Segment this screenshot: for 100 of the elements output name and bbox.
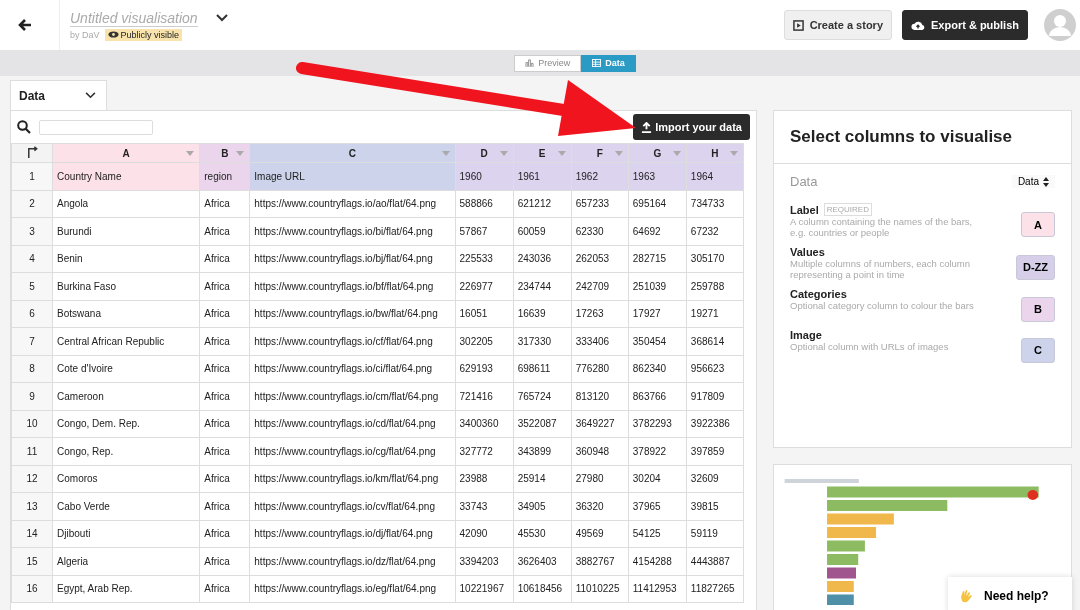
- table-cell: https://www.countryflags.io/cm/flat/64.png: [249, 382, 456, 410]
- table-cell: 862340: [628, 355, 687, 383]
- table-cell: 3522087: [513, 410, 572, 438]
- story-button[interactable]: Create a story: [783, 10, 892, 40]
- table-cell: Africa: [199, 327, 250, 355]
- table-cell: Egypt, Arab Rep.: [52, 575, 200, 603]
- column-header[interactable]: H: [686, 143, 744, 163]
- table-cell: 54125: [628, 520, 687, 548]
- table-cell: https://www.countryflags.io/bf/flat/64.png: [249, 272, 456, 300]
- table-cell: 251039: [628, 272, 687, 300]
- binding-description: Multiple columns of numbers, each column representing a point in time: [790, 257, 972, 281]
- table-cell: 917809: [686, 382, 744, 410]
- view-tab[interactable]: Preview: [514, 54, 582, 72]
- table-cell: 226977: [455, 272, 514, 300]
- table-cell: 49569: [571, 520, 629, 548]
- table-cell: 36320: [571, 492, 629, 520]
- sheet-select[interactable]: Data: [1011, 175, 1055, 188]
- table-cell: 19271: [686, 300, 744, 328]
- column-header[interactable]: B: [199, 143, 250, 163]
- row-number: 8: [11, 355, 53, 383]
- table-cell: Cabo Verde: [52, 492, 200, 520]
- export-button[interactable]: Export & publish: [902, 10, 1028, 40]
- table-cell: https://www.countryflags.io/bj/flat/64.png: [249, 245, 456, 273]
- caret-icon: [557, 151, 566, 156]
- table-cell: 360948: [571, 437, 629, 465]
- table-cell: 397859: [686, 437, 744, 465]
- table-cell: 16051: [455, 300, 514, 328]
- upload-icon: [641, 121, 653, 133]
- table-cell: https://www.countryflags.io/cg/flat/64.png: [249, 437, 456, 465]
- caret-icon: [730, 151, 738, 156]
- table-cell: 813120: [571, 382, 629, 410]
- table-cell: 734733: [686, 190, 744, 218]
- table-cell: Africa: [199, 437, 250, 465]
- column-header[interactable]: C: [249, 143, 456, 163]
- table-cell: Africa: [199, 217, 250, 245]
- row-number: 5: [11, 272, 53, 300]
- table-cell: 34905: [513, 492, 572, 520]
- visibility-badge[interactable]: Publicly visible: [104, 28, 183, 41]
- caret-icon: [499, 151, 508, 156]
- table-cell: 863766: [628, 382, 687, 410]
- chevron-icon[interactable]: [215, 14, 228, 22]
- required-tag: REQUIRED: [823, 203, 872, 216]
- column-header[interactable]: F: [571, 143, 629, 163]
- table-cell: 62330: [571, 217, 629, 245]
- search-field[interactable]: [39, 119, 153, 135]
- table-cell: 305170: [686, 245, 744, 273]
- table-cell: https://www.countryflags.io/cv/flat/64.png: [249, 492, 456, 520]
- row-number: 12: [11, 465, 53, 493]
- table-cell: Country Name: [52, 162, 200, 190]
- column-header[interactable]: G: [628, 143, 687, 163]
- corner-cell[interactable]: [11, 143, 53, 163]
- column-chip[interactable]: D-ZZ: [1015, 254, 1055, 280]
- table-cell: Africa: [199, 300, 250, 328]
- table-cell: 3649227: [571, 410, 629, 438]
- table-cell: Algeria: [52, 547, 200, 575]
- help-button[interactable]: Need help?: [948, 577, 1072, 610]
- table-cell: Africa: [199, 410, 250, 438]
- table-cell: 629193: [455, 355, 514, 383]
- table-cell: https://www.countryflags.io/eg/flat/64.png: [249, 575, 456, 603]
- table-cell: 327772: [455, 437, 514, 465]
- table-cell: 343899: [513, 437, 572, 465]
- table-cell: Congo, Dem. Rep.: [52, 410, 200, 438]
- table-cell: 317330: [513, 327, 572, 355]
- table-cell: 32609: [686, 465, 744, 493]
- row-number: 16: [11, 575, 53, 603]
- table-cell: 11827265: [686, 575, 744, 603]
- row-number: 10: [11, 410, 53, 438]
- table-cell: 27980: [571, 465, 629, 493]
- table-cell: https://www.countryflags.io/cd/flat/64.png: [249, 410, 456, 438]
- column-header[interactable]: E: [513, 143, 572, 163]
- author-text: by DaV: [70, 29, 100, 40]
- back-icon[interactable]: [17, 17, 33, 33]
- table-cell: 225533: [455, 245, 514, 273]
- panel-title: Select columns to visualise: [774, 111, 1071, 164]
- binding-description: Optional category column to colour the bars: [790, 299, 975, 311]
- column-chip[interactable]: A: [1021, 212, 1055, 237]
- cloud-upload-icon: [911, 19, 925, 31]
- search-icon: [17, 120, 31, 134]
- table-cell: Botswana: [52, 300, 200, 328]
- table-cell: Cameroon: [52, 382, 200, 410]
- column-chip[interactable]: C: [1021, 337, 1055, 363]
- table-cell: Central African Republic: [52, 327, 200, 355]
- binding-name: Categories: [790, 287, 847, 300]
- table-cell: 3394203: [455, 547, 514, 575]
- row-number: 1: [11, 162, 53, 190]
- row-number: 3: [11, 217, 53, 245]
- table-cell: 243036: [513, 245, 572, 273]
- column-chip[interactable]: B: [1021, 296, 1055, 322]
- table-cell: 698611: [513, 355, 572, 383]
- caret-icon: [614, 151, 623, 156]
- table-cell: https://www.countryflags.io/cf/flat/64.png: [249, 327, 456, 355]
- column-header[interactable]: D: [455, 143, 514, 163]
- column-header[interactable]: A: [52, 143, 200, 163]
- table-cell: Africa: [199, 575, 250, 603]
- import-button[interactable]: Import your data: [633, 114, 750, 140]
- play-icon: [792, 19, 804, 31]
- sheet-tab[interactable]: Data: [10, 80, 107, 110]
- table-cell: 302205: [455, 327, 514, 355]
- table-cell: 10618456: [513, 575, 572, 603]
- table-cell: 23988: [455, 465, 514, 493]
